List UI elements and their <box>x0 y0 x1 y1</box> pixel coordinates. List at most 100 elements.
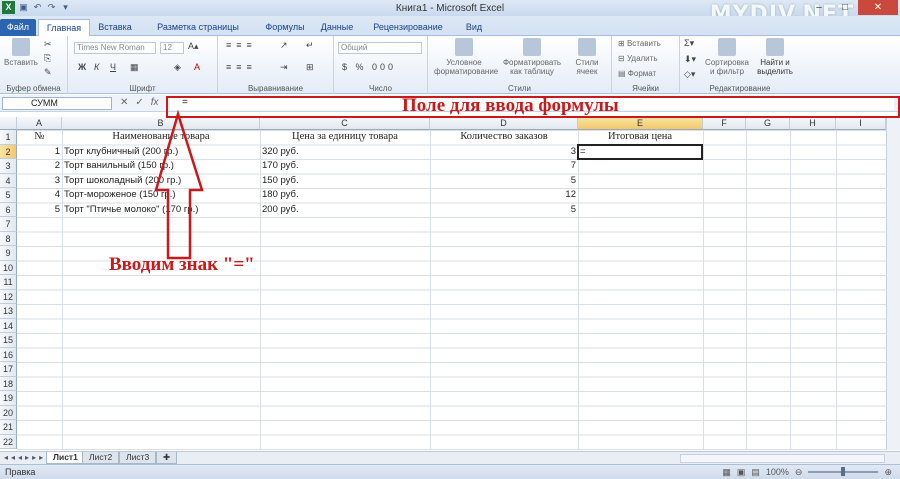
column-header-f[interactable]: F <box>703 117 746 130</box>
cell-c4[interactable]: 150 руб. <box>262 174 432 189</box>
insert-function-icon[interactable]: fx <box>151 97 159 108</box>
cell-b3[interactable]: Торт ванильный (150 гр.) <box>64 159 262 174</box>
bold-icon[interactable]: Ж <box>78 62 86 72</box>
cell-c6[interactable]: 200 руб. <box>262 203 432 218</box>
find-select-button[interactable]: Найти и выделить <box>754 38 796 76</box>
row-header-18[interactable]: 18 <box>0 376 17 391</box>
cell-c5[interactable]: 180 руб. <box>262 188 432 203</box>
row-header-21[interactable]: 21 <box>0 420 17 435</box>
cell-a5[interactable]: 4 <box>17 188 62 203</box>
underline-icon[interactable]: Ч <box>110 62 116 72</box>
row-header-4[interactable]: 4 <box>0 173 17 188</box>
cell-e4[interactable] <box>580 174 705 189</box>
tab-review[interactable]: Рецензирование <box>362 19 454 36</box>
autosum-icon[interactable]: Σ▾ <box>684 38 694 49</box>
row-header-9[interactable]: 9 <box>0 246 17 261</box>
cell-e1[interactable]: Итоговая цена <box>578 130 702 145</box>
row-header-10[interactable]: 10 <box>0 260 17 275</box>
column-header-c[interactable]: C <box>260 117 430 130</box>
zoom-out-icon[interactable]: ⊖ <box>795 465 803 479</box>
font-name-combo[interactable]: Times New Roman <box>74 42 156 54</box>
cell-d6[interactable]: 5 <box>430 203 578 218</box>
row-header-8[interactable]: 8 <box>0 231 17 246</box>
zoom-slider[interactable] <box>808 467 879 476</box>
indent-icon[interactable]: ⇥ <box>280 62 288 73</box>
row-header-19[interactable]: 19 <box>0 391 17 406</box>
delete-cells-button[interactable]: ⊟ Удалить <box>618 54 657 63</box>
merge-cells-icon[interactable]: ⊞ <box>306 62 314 73</box>
row-header-15[interactable]: 15 <box>0 333 17 348</box>
new-sheet-icon[interactable]: ✚ <box>156 452 178 464</box>
minimize-icon[interactable]: – <box>806 0 832 15</box>
align-left-icons[interactable]: ≡≡≡ <box>226 62 257 72</box>
italic-icon[interactable]: К <box>94 62 99 72</box>
fill-color-icon[interactable]: ◈ <box>174 62 181 73</box>
tab-file[interactable]: Файл <box>0 19 36 36</box>
format-as-table-button[interactable]: Форматировать как таблицу <box>502 38 562 76</box>
tab-insert[interactable]: Вставка <box>92 19 138 36</box>
cell-b6[interactable]: Торт "Птичье молоко" (170 гр.) <box>64 203 262 218</box>
sheet-nav-icons[interactable]: ◂◂◂▸▸▸ <box>4 453 46 462</box>
row-header-16[interactable]: 16 <box>0 347 17 362</box>
row-header-20[interactable]: 20 <box>0 405 17 420</box>
tab-view[interactable]: Вид <box>456 19 492 36</box>
number-format-combo[interactable]: Общий <box>338 42 422 54</box>
format-painter-icon[interactable]: ✎ <box>44 67 52 78</box>
font-size-combo[interactable]: 12 <box>160 42 184 54</box>
fill-icon[interactable]: ⬇▾ <box>684 54 696 65</box>
column-header-h[interactable]: H <box>790 117 836 130</box>
row-header-13[interactable]: 13 <box>0 304 17 319</box>
row-header-5[interactable]: 5 <box>0 188 17 203</box>
cell-d2[interactable]: 3 <box>430 145 578 160</box>
number-format-icons[interactable]: $ % 000 <box>342 62 396 72</box>
cell-c2[interactable]: 320 руб. <box>262 145 432 160</box>
row-header-22[interactable]: 22 <box>0 434 17 449</box>
active-cell-e2[interactable] <box>577 144 703 160</box>
sort-filter-button[interactable]: Сортировка и фильтр <box>702 38 752 76</box>
cell-d3[interactable]: 7 <box>430 159 578 174</box>
cell-e5[interactable] <box>580 188 705 203</box>
cut-icon[interactable]: ✂ <box>44 39 52 50</box>
column-header-b[interactable]: B <box>62 117 260 130</box>
row-header-1[interactable]: 1 <box>0 130 17 145</box>
cancel-icon[interactable]: ✕ <box>120 97 128 108</box>
wrap-text-icon[interactable]: ↵ <box>306 40 314 51</box>
cell-e6[interactable] <box>580 203 705 218</box>
cell-d1[interactable]: Количество заказов <box>430 130 578 145</box>
paste-button[interactable]: Вставить <box>2 38 40 67</box>
row-header-17[interactable]: 17 <box>0 362 17 377</box>
row-header-14[interactable]: 14 <box>0 318 17 333</box>
enter-icon[interactable]: ✓ <box>135 97 143 108</box>
copy-icon[interactable]: ⎘ <box>44 53 51 64</box>
cell-d4[interactable]: 5 <box>430 174 578 189</box>
column-header-g[interactable]: G <box>746 117 790 130</box>
align-top-icons[interactable]: ≡≡≡ <box>226 40 257 50</box>
font-color-icon[interactable]: A <box>194 62 200 72</box>
conditional-format-button[interactable]: Условное форматирование <box>434 38 498 76</box>
sheet-tab-1[interactable]: Лист1 <box>46 452 85 464</box>
view-normal-icon[interactable]: ▦ <box>722 465 731 479</box>
vertical-scrollbar[interactable] <box>886 117 900 450</box>
column-header-e[interactable]: E <box>578 117 703 130</box>
row-header-3[interactable]: 3 <box>0 159 17 174</box>
cell-a6[interactable]: 5 <box>17 203 62 218</box>
cell-d5[interactable]: 12 <box>430 188 578 203</box>
tab-home[interactable]: Главная <box>38 19 90 36</box>
row-header-6[interactable]: 6 <box>0 202 17 217</box>
cell-b2[interactable]: Торт клубничный (200 гр.) <box>64 145 262 160</box>
cell-a3[interactable]: 2 <box>17 159 62 174</box>
column-header-i[interactable]: I <box>836 117 886 130</box>
tab-data[interactable]: Данные <box>312 19 362 36</box>
close-icon[interactable]: ✕ <box>858 0 898 15</box>
cell-b1[interactable]: Наименование товара <box>62 130 260 145</box>
cell-a1[interactable]: № <box>17 130 62 145</box>
orientation-icon[interactable]: ↗ <box>280 40 288 51</box>
row-header-11[interactable]: 11 <box>0 275 17 290</box>
zoom-slider-thumb[interactable] <box>841 467 846 476</box>
name-box[interactable]: СУММ <box>2 97 112 110</box>
cell-b5[interactable]: Торт-мороженое (150 гр.) <box>64 188 262 203</box>
view-layout-icon[interactable]: ▣ <box>737 465 746 479</box>
cell-c3[interactable]: 170 руб. <box>262 159 432 174</box>
tab-page-layout[interactable]: Разметка страницы <box>142 19 254 36</box>
tab-formulas[interactable]: Формулы <box>258 19 312 36</box>
